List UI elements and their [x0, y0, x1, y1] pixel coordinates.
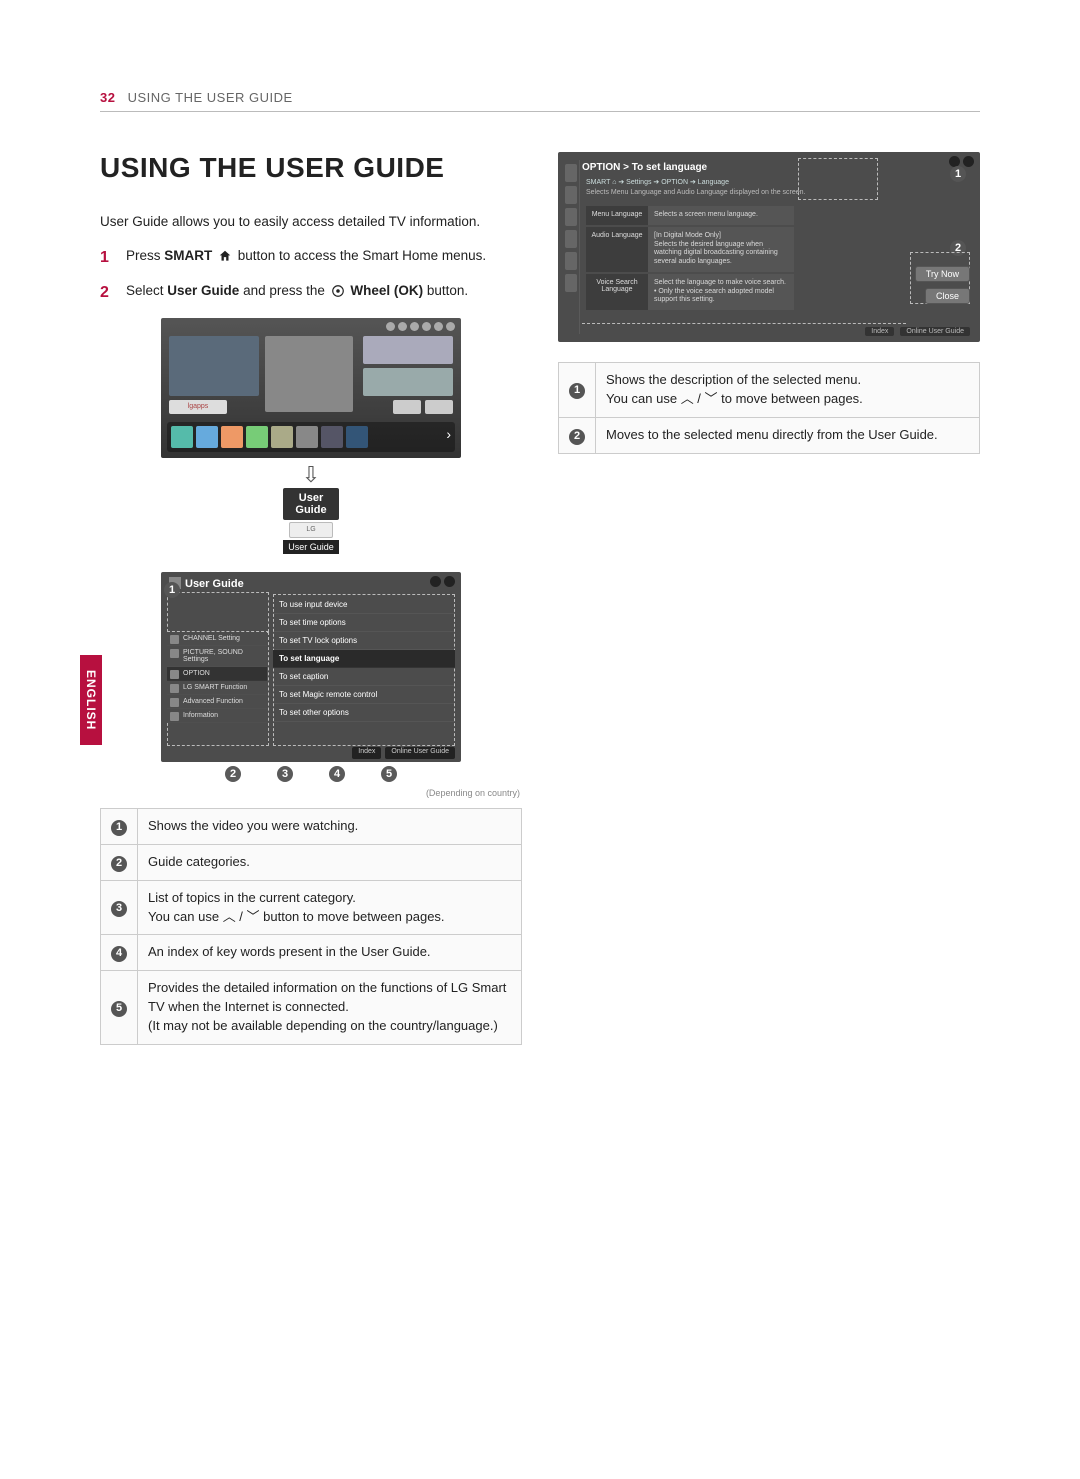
lang-foot-online: Online User Guide: [900, 327, 970, 336]
step-text: Press: [126, 248, 164, 263]
step-bold: User Guide: [167, 283, 239, 298]
ug-category: Advanced Function: [167, 695, 267, 709]
step-text: and press the: [239, 283, 328, 298]
language-option-screenshot: OPTION > To set language 1 SMART ⌂ ➔ Set…: [558, 152, 980, 342]
ug-topic: To set language: [273, 650, 455, 668]
table-row: 5 Provides the detailed information on t…: [101, 971, 522, 1045]
table-row: 3 List of topics in the current category…: [101, 880, 522, 935]
lang-foot-index: Index: [865, 327, 894, 336]
ug-category: LG SMART Function: [167, 681, 267, 695]
window-controls: [430, 576, 455, 587]
ug-category: PICTURE, SOUND Settings: [167, 646, 267, 667]
row-text: An index of key words present in the Use…: [138, 935, 522, 971]
opt-desc: Selects a screen menu language.: [648, 206, 794, 225]
table-row: 4 An index of key words present in the U…: [101, 935, 522, 971]
row-text: Moves to the selected menu directly from…: [596, 417, 980, 453]
app-row: ›: [167, 422, 455, 452]
row-num: 2: [111, 856, 127, 872]
opt-label: Voice Search Language: [586, 274, 648, 310]
table-row: 1 Shows the video you were watching.: [101, 808, 522, 844]
step-number: 1: [100, 246, 116, 271]
row-num: 1: [111, 820, 127, 836]
opt-desc: [In Digital Mode Only] Selects the desir…: [648, 227, 794, 272]
ug-footer-online: Online User Guide: [385, 747, 455, 759]
steps-list: 1 Press SMART button to access the Smart…: [100, 246, 522, 306]
crumb-line: SMART ⌂ ➔ Settings ➔ OPTION ➔ Language: [586, 179, 729, 186]
user-guide-tile-caption: User Guide: [283, 540, 339, 554]
ug-topic: To use input device: [273, 596, 455, 614]
table-row: 2 Guide categories.: [101, 844, 522, 880]
depending-note: (Depending on country): [100, 788, 520, 798]
lang-options: Menu LanguageSelects a screen menu langu…: [586, 206, 794, 312]
callout-5: 5: [381, 766, 397, 782]
step-bold: SMART: [164, 248, 216, 263]
ug-topic: To set caption: [273, 668, 455, 686]
ug-topic: To set other options: [273, 704, 455, 722]
step-text: button.: [423, 283, 468, 298]
user-guide-screenshot: User Guide CHANNEL Setting PICTURE, SOUN…: [161, 572, 461, 762]
opt-desc: Select the language to make voice search…: [648, 274, 794, 310]
callout-3: 3: [277, 766, 293, 782]
intro-text: User Guide allows you to easily access d…: [100, 212, 522, 232]
row-text: Guide categories.: [138, 844, 522, 880]
table-row: 2 Moves to the selected menu directly fr…: [559, 417, 980, 453]
user-guide-tile: User Guide: [283, 488, 339, 520]
page-number: 32: [100, 90, 115, 105]
home-icon: [216, 246, 234, 267]
ug-topic: To set Magic remote control: [273, 686, 455, 704]
wheel-icon: [329, 281, 347, 302]
row-text: Provides the detailed information on the…: [138, 971, 522, 1045]
close-button[interactable]: Close: [925, 288, 970, 304]
ug-category: CHANNEL Setting: [167, 632, 267, 646]
try-now-button[interactable]: Try Now: [915, 266, 970, 282]
callout-1: 1: [950, 166, 966, 182]
step-bold: Wheel (OK): [350, 283, 423, 298]
window-controls: [386, 322, 455, 331]
ug-topics: To use input device To set time options …: [273, 596, 455, 746]
ug-topic: To set TV lock options: [273, 632, 455, 650]
row-num: 3: [111, 901, 127, 917]
callout-4: 4: [329, 766, 345, 782]
table-row: 1 Shows the description of the selected …: [559, 363, 980, 418]
flow-arrow-icon: ⇩: [100, 464, 522, 486]
row-num: 2: [569, 429, 585, 445]
ug-category: Information: [167, 709, 267, 723]
row-text: List of topics in the current category. …: [138, 880, 522, 935]
app-label: lgapps: [169, 400, 227, 414]
side-menu-icons: [563, 160, 580, 334]
row-num: 1: [569, 383, 585, 399]
row-num: 4: [111, 946, 127, 962]
opt-label: Menu Language: [586, 206, 648, 225]
step-1: 1 Press SMART button to access the Smart…: [100, 246, 522, 271]
language-tab: ENGLISH: [80, 655, 102, 745]
row-num: 5: [111, 1001, 127, 1017]
step-text: Select: [126, 283, 167, 298]
section-title: USING THE USER GUIDE: [100, 152, 522, 184]
lang-breadcrumb: OPTION > To set language: [582, 162, 707, 173]
opt-label: Audio Language: [586, 227, 648, 272]
ug-categories: CHANNEL Setting PICTURE, SOUND Settings …: [167, 632, 267, 746]
ug-description-table: 1 Shows the video you were watching. 2 G…: [100, 808, 522, 1045]
step-2: 2 Select User Guide and press the Wheel …: [100, 281, 522, 306]
row-text: Shows the video you were watching.: [138, 808, 522, 844]
ug-title: User Guide: [185, 578, 244, 590]
window-controls: [949, 156, 974, 167]
crumb-line: Selects Menu Language and Audio Language…: [586, 189, 806, 196]
lang-description-table: 1 Shows the description of the selected …: [558, 362, 980, 454]
ug-topic: To set time options: [273, 614, 455, 632]
user-guide-tile-sub: LG: [289, 522, 333, 538]
row-text: Shows the description of the selected me…: [596, 363, 980, 418]
ug-category: OPTION: [167, 667, 267, 681]
step-number: 2: [100, 281, 116, 306]
page-header-title: USING THE USER GUIDE: [128, 90, 293, 105]
page-header: 32 USING THE USER GUIDE: [100, 90, 980, 112]
smart-home-screenshot: lgapps ›: [161, 318, 461, 458]
callout-1: 1: [164, 582, 180, 598]
scroll-right-icon: ›: [446, 426, 451, 448]
callout-2: 2: [225, 766, 241, 782]
step-text: button to access the Smart Home menus.: [234, 248, 486, 263]
ug-footer-index: Index: [352, 747, 381, 759]
